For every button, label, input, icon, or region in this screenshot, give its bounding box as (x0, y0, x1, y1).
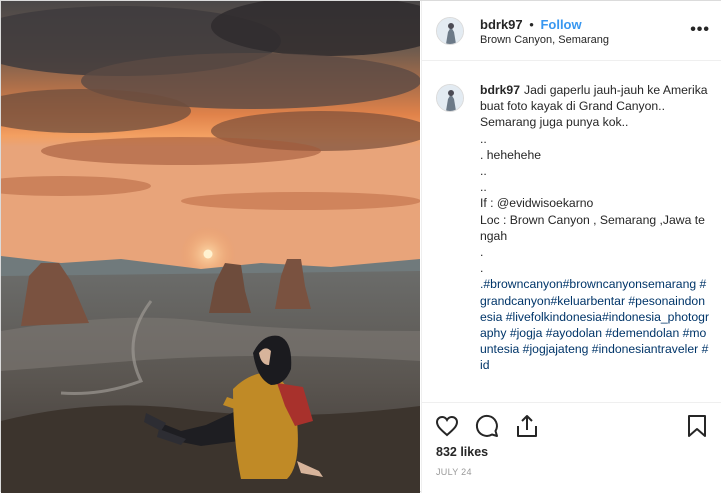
avatar-image (437, 85, 463, 111)
more-options-icon[interactable]: ••• (690, 21, 710, 39)
share-icon[interactable] (514, 413, 540, 439)
post-photo[interactable] (1, 1, 420, 493)
caption-line: Semarang juga punya kok.. (480, 115, 629, 130)
heart-icon[interactable] (434, 413, 460, 439)
caption-username[interactable]: bdrk97 (480, 83, 520, 97)
post-actions: 832 likes JULY 24 (422, 402, 721, 493)
post-header: bdrk97 • Follow Brown Canyon, Semarang •… (422, 1, 721, 61)
user-line: bdrk97 • Follow (480, 17, 582, 32)
post-frame: bdrk97 • Follow Brown Canyon, Semarang •… (0, 0, 721, 493)
caption-line: . hehehehe (480, 147, 541, 162)
caption-avatar[interactable] (436, 84, 464, 112)
location-link[interactable]: Brown Canyon, Semarang (480, 34, 609, 46)
caption-text: bdrk97 Jadi gaperlu jauh-jauh ke Amerika … (480, 82, 710, 374)
bookmark-icon[interactable] (684, 413, 710, 439)
avatar-image (437, 18, 463, 44)
caption-line: .. (480, 131, 487, 146)
likes-count[interactable]: 832 likes (436, 445, 488, 459)
separator-dot: • (529, 17, 534, 32)
post-date[interactable]: JULY 24 (436, 467, 472, 477)
caption-line: . (480, 261, 484, 276)
caption-line: Loc : Brown Canyon , Semarang ,Jawa teng… (480, 212, 705, 243)
follow-button[interactable]: Follow (540, 17, 581, 32)
username-link[interactable]: bdrk97 (480, 17, 523, 32)
post-panel: bdrk97 • Follow Brown Canyon, Semarang •… (421, 1, 721, 493)
comment-icon[interactable] (474, 413, 500, 439)
comments-section[interactable]: bdrk97 Jadi gaperlu jauh-jauh ke Amerika … (422, 62, 721, 402)
avatar[interactable] (436, 17, 464, 45)
caption-line: .. (480, 180, 487, 195)
caption-line: .. (480, 164, 487, 179)
caption-line: . (480, 245, 484, 260)
sunset-canyon-image (1, 1, 420, 493)
caption-hashtags[interactable]: .#browncanyon#browncanyonsemarang #grand… (480, 276, 710, 373)
caption-mention-line[interactable]: If : @evidwisoekarno (480, 195, 710, 211)
